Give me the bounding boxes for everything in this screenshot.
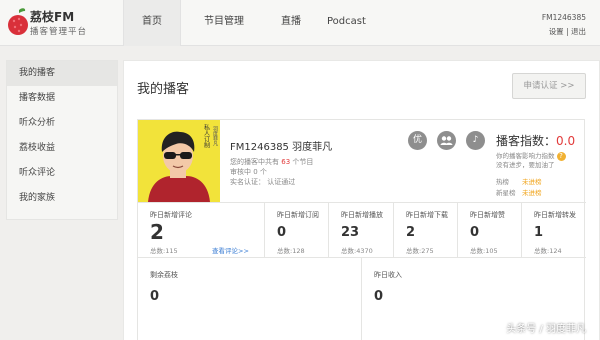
stat-subscriptions: 昨日新增订阅 0 总数:128 <box>265 203 329 258</box>
stat-value: 23 <box>341 225 360 240</box>
sidebar-item-audience-comments[interactable]: 听众评论 <box>7 161 117 186</box>
brand-subtitle: 播客管理平台 <box>30 27 88 37</box>
stat-value: 2 <box>406 225 416 240</box>
avatar: 私人订制 羽度菲凡 <box>138 120 220 202</box>
yesterday-income-value: 0 <box>374 289 384 304</box>
stat-total: 总数:105 <box>470 247 498 255</box>
main-panel: 我的播客 申请认证 >> 私人订制 羽度菲凡 FM1246385 羽度菲凡 您的… <box>123 60 600 340</box>
nav-live[interactable]: 直播 <box>267 0 315 46</box>
daily-stats: 昨日新增评论 2 总数:115 查看评论>> 昨日新增订阅 0 总数:128 昨… <box>138 202 586 258</box>
ranking-row-newstar: 新星榜 未进榜 <box>496 189 542 197</box>
sidebar-item-my-podcast[interactable]: 我的播客 <box>7 61 117 86</box>
apply-verification-button[interactable]: 申请认证 >> <box>512 73 586 99</box>
nav-podcast[interactable]: Podcast <box>315 0 378 46</box>
page-title: 我的播客 <box>137 82 190 97</box>
podcast-index-desc: 你的播客影响力指数? 没有进步，要加油了 <box>496 152 575 170</box>
nav-home[interactable]: 首页 <box>123 0 181 46</box>
stat-total: 总数:275 <box>406 247 434 255</box>
stat-shares: 昨日新增转发 1 总数:124 <box>534 211 576 255</box>
sidebar-item-audience-analysis[interactable]: 听众分析 <box>7 111 117 136</box>
avatar-caption: 私人订制 <box>203 123 210 149</box>
remaining-lychee: 剩余荔枝 0 <box>138 258 362 340</box>
stat-value: 0 <box>277 225 287 240</box>
remaining-lychee-value: 0 <box>150 289 160 304</box>
stat-total: 总数:4370 <box>341 247 373 255</box>
podcast-index-value: 0.0 <box>556 134 576 148</box>
program-count: 63 <box>281 158 291 166</box>
avatar-name-caption: 羽度菲凡 <box>212 126 218 147</box>
help-icon[interactable]: ? <box>556 152 566 161</box>
sidebar-item-earnings[interactable]: 荔枝收益 <box>7 136 117 161</box>
stat-likes: 昨日新增赞 0 总数:105 <box>458 203 522 258</box>
stat-plays: 昨日新增播放 23 总数:4370 <box>329 203 394 258</box>
lychee-logo-icon[interactable] <box>6 7 32 37</box>
stat-total: 总数:115 <box>150 247 178 255</box>
podcast-index-title: 播客指数：0.0 <box>496 134 576 148</box>
program-count-line: 您的播客中共有 63 个节目 <box>230 158 314 166</box>
podcast-name: FM1246385 羽度菲凡 <box>230 142 333 153</box>
music-badge-icon[interactable]: ♪ <box>466 131 485 150</box>
ranking-list: 热榜 未进榜 新星榜 未进榜 <box>496 177 575 199</box>
people-icon <box>440 136 453 145</box>
separator: | <box>566 27 569 36</box>
user-links: 设置 | 退出 <box>549 26 586 37</box>
main-nav: 首页 节目管理 直播 Podcast <box>123 0 378 46</box>
stat-total: 总数:124 <box>534 247 562 255</box>
stat-total: 总数:128 <box>277 247 305 255</box>
stat-comments: 昨日新增评论 2 总数:115 查看评论>> <box>138 203 265 258</box>
group-badge-icon[interactable] <box>437 131 456 150</box>
watermark: 头条号 / 羽度菲凡 <box>506 324 586 335</box>
brand-title: 荔枝FM <box>30 10 75 24</box>
quality-badge-icon[interactable]: 优 <box>408 131 427 150</box>
podcast-index: 播客指数：0.0 你的播客影响力指数? 没有进步，要加油了 热榜 未进榜 新星榜… <box>496 132 575 199</box>
user-id: FM1246385 <box>541 13 586 22</box>
pending-review-line: 审核中 0 个 <box>230 168 267 176</box>
stat-value: 2 <box>150 220 164 244</box>
stat-value: 1 <box>534 225 544 240</box>
stat-downloads: 昨日新增下载 2 总数:275 <box>394 203 458 258</box>
nav-program-management[interactable]: 节目管理 <box>181 0 267 46</box>
podcast-card: 私人订制 羽度菲凡 FM1246385 羽度菲凡 您的播客中共有 63 个节目 … <box>137 119 586 340</box>
profile-info: FM1246385 羽度菲凡 您的播客中共有 63 个节目 审核中 0 个 实名… <box>230 138 332 187</box>
view-comments-link[interactable]: 查看评论>> <box>212 245 249 255</box>
verification-status-line: 实名认证： 认证通过 <box>230 178 296 186</box>
sidebar-item-podcast-data[interactable]: 播客数据 <box>7 86 117 111</box>
settings-link[interactable]: 设置 <box>549 27 564 36</box>
ranking-row-hot: 热榜 未进榜 <box>496 178 542 186</box>
logout-link[interactable]: 退出 <box>571 27 586 36</box>
stat-value: 0 <box>470 225 480 240</box>
sidebar-item-my-family[interactable]: 我的家族 <box>7 186 117 211</box>
badge-group: 优 ♪ <box>408 131 485 150</box>
top-bar: 荔枝FM 播客管理平台 首页 节目管理 直播 Podcast FM1246385… <box>0 0 600 46</box>
sidebar: 我的播客 播客数据 听众分析 荔枝收益 听众评论 我的家族 <box>6 60 118 220</box>
